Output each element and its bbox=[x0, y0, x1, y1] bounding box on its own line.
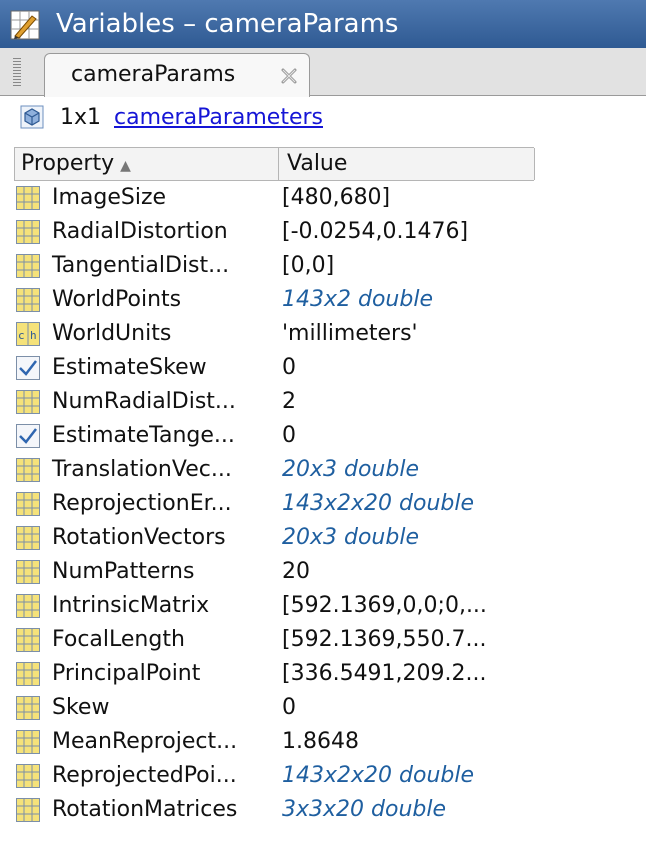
property-name: RadialDistortion bbox=[52, 219, 228, 244]
table-row[interactable]: NumRadialDist... 2 bbox=[14, 385, 534, 419]
property-value-link[interactable]: 20x3 double bbox=[282, 521, 419, 555]
numeric-array-icon bbox=[16, 390, 40, 414]
property-name: NumRadialDist... bbox=[52, 389, 236, 414]
table-row[interactable]: TranslationVec... 20x3 double bbox=[14, 453, 534, 487]
table-row[interactable]: FocalLength [592.1369,550.7... bbox=[14, 623, 534, 657]
close-icon[interactable] bbox=[279, 66, 299, 86]
property-value: [-0.0254,0.1476] bbox=[282, 219, 469, 244]
numeric-array-icon bbox=[16, 764, 40, 788]
drag-grip-icon[interactable] bbox=[13, 58, 21, 86]
column-header-value-label: Value bbox=[287, 151, 348, 176]
table-row[interactable]: Skew 0 bbox=[14, 691, 534, 725]
numeric-array-icon bbox=[16, 798, 40, 822]
property-value: 0 bbox=[282, 695, 296, 720]
property-name: RotationMatrices bbox=[52, 797, 238, 822]
numeric-array-icon bbox=[16, 186, 40, 210]
logical-icon bbox=[16, 424, 40, 448]
property-name: TangentialDist... bbox=[52, 253, 230, 278]
numeric-array-icon bbox=[16, 288, 40, 312]
property-value: [480,680] bbox=[282, 185, 391, 210]
property-value: 0 bbox=[282, 355, 296, 380]
table-header: Property ▲ Value bbox=[14, 147, 535, 181]
table-body: ImageSize [480,680] RadialDistortion [-0.02… bbox=[14, 181, 534, 827]
column-header-value[interactable]: Value bbox=[281, 148, 535, 180]
numeric-array-icon bbox=[16, 696, 40, 720]
numeric-array-icon bbox=[16, 730, 40, 754]
property-name: Skew bbox=[52, 695, 110, 720]
property-table: Property ▲ Value ImageSize [480,680] Radial… bbox=[14, 147, 535, 827]
property-value: [0,0] bbox=[282, 253, 335, 278]
numeric-array-icon bbox=[16, 220, 40, 244]
property-value: [336.5491,209.2... bbox=[282, 661, 487, 686]
property-value-link[interactable]: 20x3 double bbox=[282, 453, 419, 487]
property-name: PrincipalPoint bbox=[52, 661, 201, 686]
table-row[interactable]: c h WorldUnits 'millimeters' bbox=[14, 317, 534, 351]
property-name: EstimateTange... bbox=[52, 423, 235, 448]
property-name: WorldPoints bbox=[52, 287, 182, 312]
sort-ascending-icon: ▲ bbox=[120, 158, 131, 174]
char-array-icon: ch bbox=[16, 322, 40, 346]
numeric-array-icon bbox=[16, 628, 40, 652]
object-icon bbox=[20, 105, 44, 129]
svg-text:c: c bbox=[18, 329, 25, 342]
table-row[interactable]: RadialDistortion [-0.0254,0.1476] bbox=[14, 215, 534, 249]
property-value-link[interactable]: 143x2x20 double bbox=[282, 487, 474, 521]
property-name: ReprojectionEr... bbox=[52, 491, 232, 516]
numeric-array-icon bbox=[16, 458, 40, 482]
table-row[interactable]: TangentialDist... [0,0] bbox=[14, 249, 534, 283]
table-row[interactable]: ReprojectedPoi... 143x2x20 double bbox=[14, 759, 534, 793]
table-row[interactable]: RotationMatrices 3x3x20 double bbox=[14, 793, 534, 827]
numeric-array-icon bbox=[16, 254, 40, 278]
numeric-array-icon bbox=[16, 594, 40, 618]
table-row[interactable]: NumPatterns 20 bbox=[14, 555, 534, 589]
property-value: [592.1369,550.7... bbox=[282, 627, 487, 652]
table-row[interactable]: RotationVectors 20x3 double bbox=[14, 521, 534, 555]
variable-info-row: 1x1 cameraParameters bbox=[0, 97, 646, 145]
property-name: EstimateSkew bbox=[52, 355, 207, 380]
table-row[interactable]: MeanReproject... 1.8648 bbox=[14, 725, 534, 759]
property-name: IntrinsicMatrix bbox=[52, 593, 210, 618]
table-row[interactable]: IntrinsicMatrix [592.1369,0,0;0,... bbox=[14, 589, 534, 623]
dimensions-label: 1x1 bbox=[60, 105, 102, 130]
numeric-array-icon bbox=[16, 662, 40, 686]
property-name: ImageSize bbox=[52, 185, 167, 210]
table-row[interactable]: EstimateSkew 0 bbox=[14, 351, 534, 385]
column-header-property[interactable]: Property ▲ bbox=[21, 148, 279, 180]
property-name: WorldUnits bbox=[52, 321, 172, 346]
table-row[interactable]: PrincipalPoint [336.5491,209.2... bbox=[14, 657, 534, 691]
property-value: 20 bbox=[282, 559, 310, 584]
property-name: FocalLength bbox=[52, 627, 185, 652]
variable-editor-icon bbox=[10, 10, 40, 40]
tab-cameraparams[interactable]: cameraParams bbox=[44, 53, 310, 97]
property-value: 1.8648 bbox=[282, 729, 359, 754]
property-value-link[interactable]: 143x2 double bbox=[282, 283, 433, 317]
table-row[interactable]: WorldPoints 143x2 double bbox=[14, 283, 534, 317]
column-header-property-label: Property bbox=[21, 151, 115, 176]
property-name: MeanReproject... bbox=[52, 729, 238, 754]
numeric-array-icon bbox=[16, 526, 40, 550]
property-name: NumPatterns bbox=[52, 559, 195, 584]
title-bar: Variables – cameraParams bbox=[0, 0, 646, 48]
table-row[interactable]: ReprojectionEr... 143x2x20 double bbox=[14, 487, 534, 521]
property-name: RotationVectors bbox=[52, 525, 226, 550]
property-value-link[interactable]: 143x2x20 double bbox=[282, 759, 474, 793]
property-value: [592.1369,0,0;0,... bbox=[282, 593, 487, 618]
property-name: TranslationVec... bbox=[52, 457, 232, 482]
table-row[interactable]: ImageSize [480,680] bbox=[14, 181, 534, 215]
numeric-array-icon bbox=[16, 492, 40, 516]
logical-icon bbox=[16, 356, 40, 380]
window-title: Variables – cameraParams bbox=[56, 9, 399, 39]
tab-label: cameraParams bbox=[71, 62, 236, 87]
property-value: 2 bbox=[282, 389, 296, 414]
tab-strip: cameraParams bbox=[0, 48, 646, 97]
numeric-array-icon bbox=[16, 560, 40, 584]
property-value-link[interactable]: 3x3x20 double bbox=[282, 793, 446, 827]
class-link[interactable]: cameraParameters bbox=[114, 101, 323, 135]
property-value: 0 bbox=[282, 423, 296, 448]
property-name: ReprojectedPoi... bbox=[52, 763, 237, 788]
svg-text:h: h bbox=[30, 329, 37, 342]
table-row[interactable]: EstimateTange... 0 bbox=[14, 419, 534, 453]
property-value: 'millimeters' bbox=[282, 321, 418, 346]
